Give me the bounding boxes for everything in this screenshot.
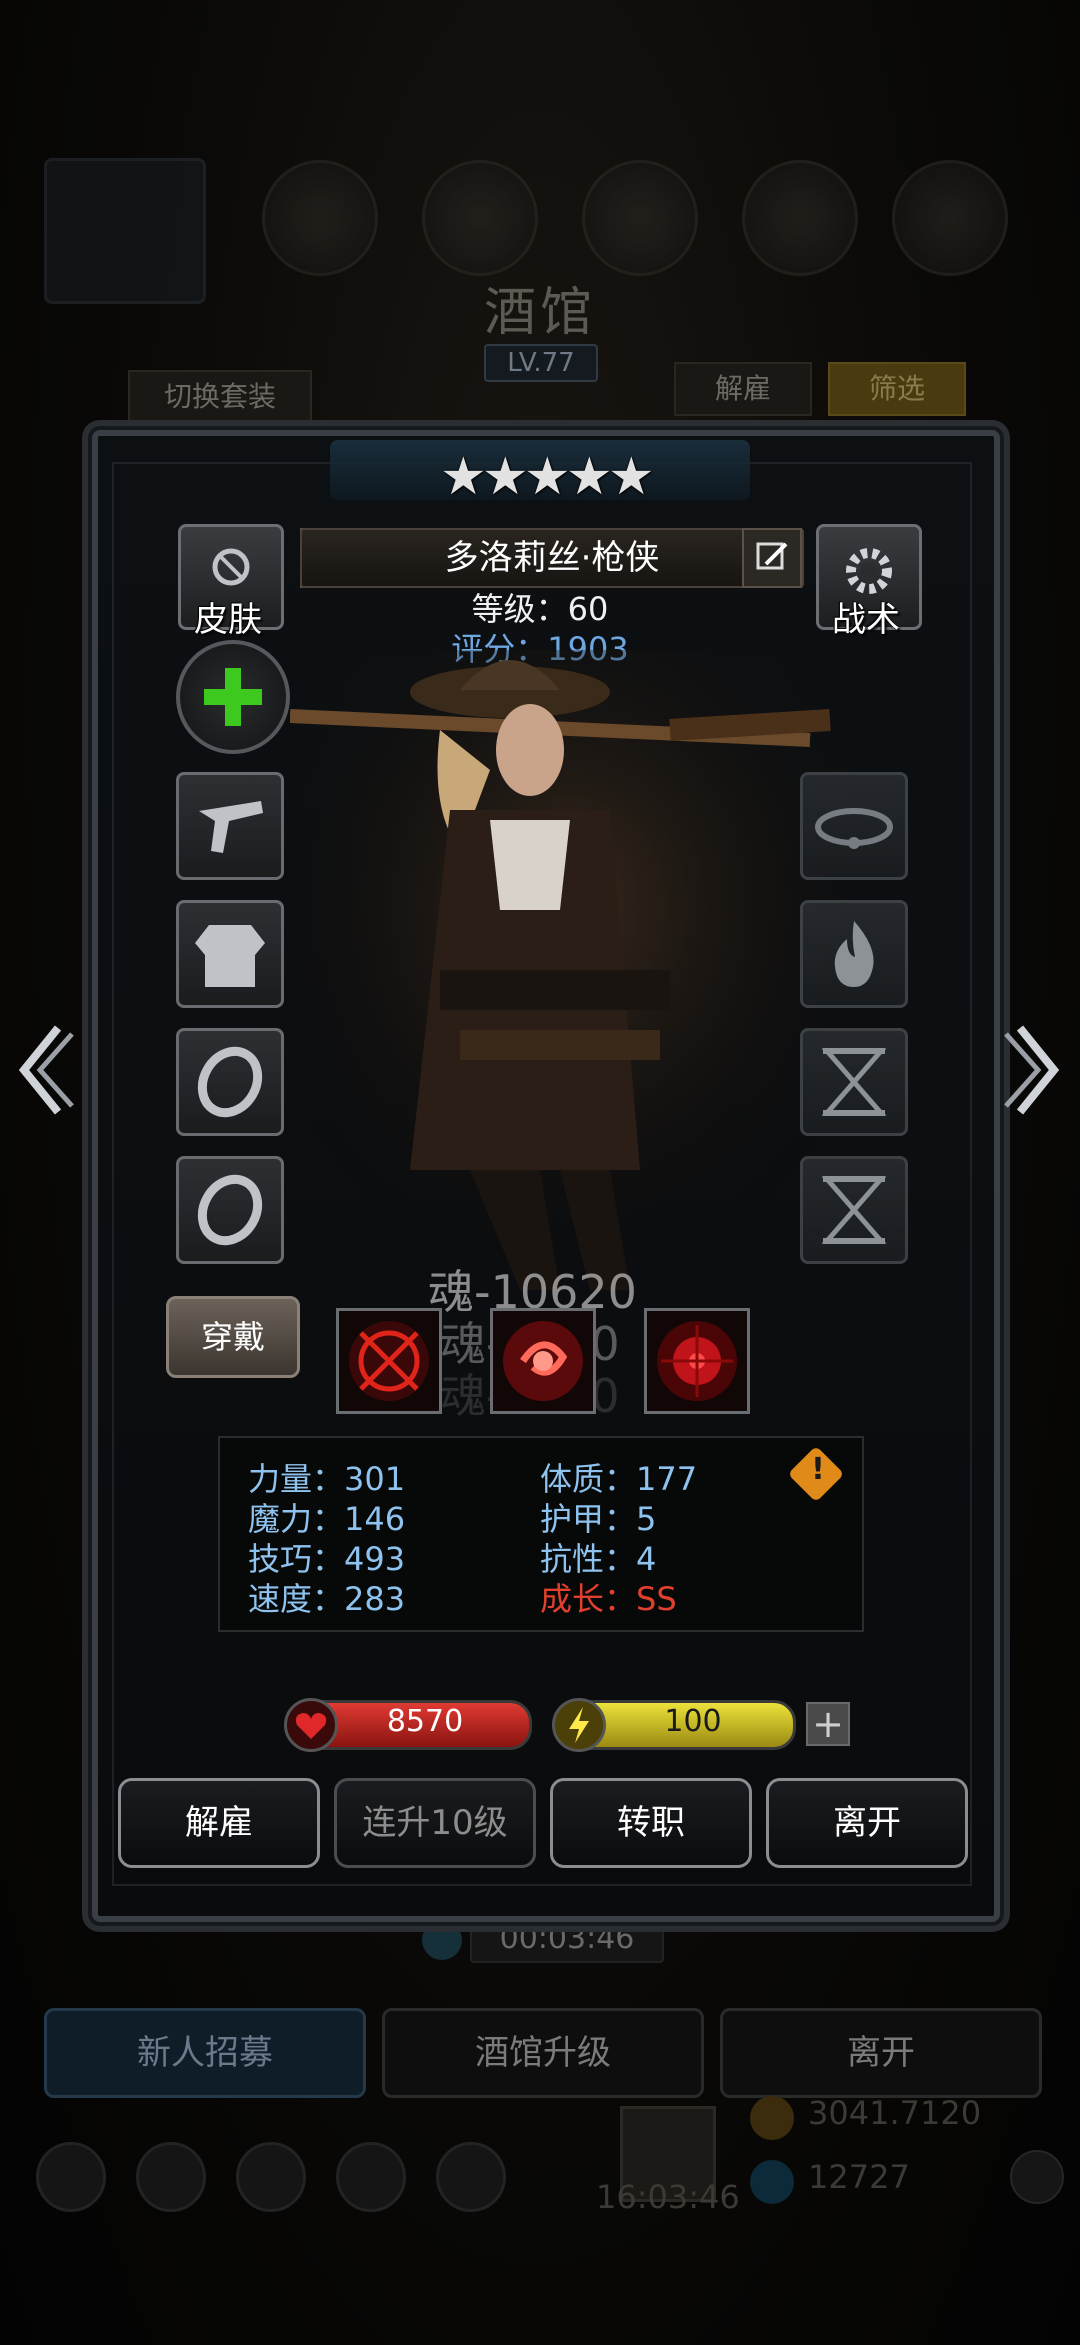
switch-outfit-button[interactable]: 切换套装 (128, 370, 312, 424)
hourglass-icon (821, 1176, 887, 1244)
edit-name-icon[interactable] (742, 528, 802, 588)
tavern-upgrade-button[interactable]: 酒馆升级 (382, 2008, 704, 2098)
bottom-icon-4[interactable] (336, 2142, 406, 2212)
hp-value: 8570 (386, 1704, 464, 1739)
job-change-button[interactable]: 转职 (550, 1778, 752, 1868)
timer-icon (422, 1920, 462, 1960)
top-slot-3 (582, 160, 698, 276)
dismiss-button[interactable]: 解雇 (118, 1778, 320, 1868)
bottom-icon-5[interactable] (436, 2142, 506, 2212)
tavern-title: 酒馆 (483, 283, 596, 343)
top-slot-5 (892, 160, 1008, 276)
necklace-slot[interactable] (800, 772, 908, 880)
bg-dismiss-button[interactable]: 解雇 (674, 362, 812, 416)
warning-mark: ! (811, 1452, 825, 1487)
tavern-level: LV.77 (484, 344, 598, 382)
top-slot-4 (742, 160, 858, 276)
necklace-icon (815, 808, 893, 849)
bg-leave-button[interactable]: 离开 (720, 2008, 1042, 2098)
bottom-icon-3[interactable] (236, 2142, 306, 2212)
bottom-add-icon[interactable] (1010, 2150, 1064, 2204)
add-energy-button[interactable]: + (806, 1702, 850, 1746)
ring-icon (197, 1174, 263, 1246)
skin-label: 皮肤 (194, 600, 262, 640)
weapon-slot[interactable] (176, 772, 284, 880)
armor-icon (195, 925, 265, 987)
hourglass-slot-1[interactable] (800, 1028, 908, 1136)
skill-slot-3[interactable] (644, 1308, 750, 1414)
leave-button[interactable]: 离开 (766, 1778, 968, 1868)
level-up-10-button[interactable]: 连升10级 (334, 1778, 536, 1868)
flame-icon (834, 921, 874, 987)
hourglass-slot-2[interactable] (800, 1156, 908, 1264)
ring-slot-2[interactable] (176, 1156, 284, 1264)
element-slot[interactable] (800, 900, 908, 1008)
plus-icon (204, 668, 262, 726)
gold-coin-icon (750, 2096, 794, 2140)
crosshair-skill-icon (349, 1321, 429, 1401)
top-slot-1 (262, 160, 378, 276)
clock: 16:03:46 (596, 2178, 740, 2216)
stat-growth: 成长：SS (540, 1580, 677, 1618)
chevron-right-icon[interactable] (1004, 1010, 1064, 1130)
stat-speed: 速度：283 (248, 1580, 406, 1618)
filter-button[interactable]: 筛选 (828, 362, 966, 416)
top-slot-2 (422, 160, 538, 276)
bottom-icon-1[interactable] (36, 2142, 106, 2212)
recruit-button[interactable]: 新人招募 (44, 2008, 366, 2098)
ring-slot-1[interactable] (176, 1028, 284, 1136)
hourglass-icon (821, 1048, 887, 1116)
skill-slot-2[interactable] (490, 1308, 596, 1414)
gem-amount: 12727 (808, 2158, 910, 2196)
add-equipment-button[interactable] (176, 640, 290, 754)
bottom-icon-2[interactable] (136, 2142, 206, 2212)
star-icon: ★ (524, 447, 571, 507)
portrait-frame (44, 158, 206, 304)
target-skill-icon (657, 1321, 737, 1401)
tactics-label: 战术 (832, 600, 900, 640)
chevron-left-icon[interactable] (14, 1010, 74, 1130)
hero-portrait (290, 650, 850, 1290)
gold-amount: 3041.7120 (808, 2094, 982, 2132)
star-icon: ★ (482, 447, 529, 507)
star-icon: ★ (440, 447, 487, 507)
armor-slot[interactable] (176, 900, 284, 1008)
pistol-icon (199, 801, 263, 853)
timer: 00:03:46 (470, 1915, 664, 1963)
energy-value: 100 (664, 1704, 722, 1739)
skill-slot-1[interactable] (336, 1308, 442, 1414)
star-icon: ★ (566, 447, 613, 507)
wear-button[interactable]: 穿戴 (166, 1296, 300, 1378)
vortex-skill-icon (503, 1321, 583, 1401)
star-icon: ★ (608, 447, 655, 507)
hero-name: 多洛莉丝·枪侠 (300, 528, 804, 588)
ring-icon (197, 1046, 263, 1118)
gem-icon (750, 2160, 794, 2204)
